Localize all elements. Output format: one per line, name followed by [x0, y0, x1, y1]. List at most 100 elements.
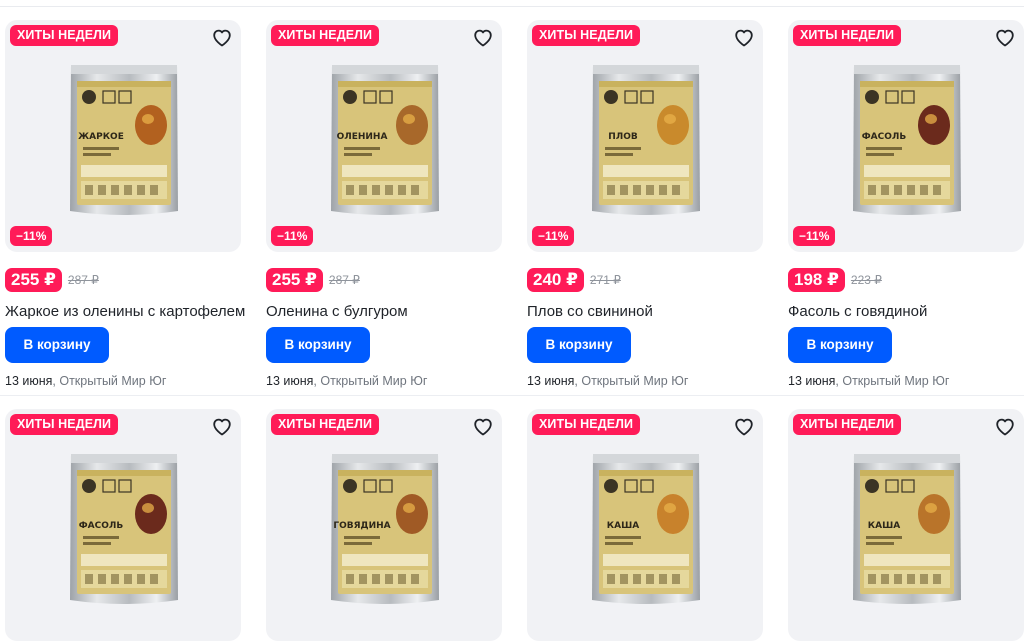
seller-name[interactable]: Открытый Мир Юг [59, 374, 166, 388]
pack-label-text: ЖАРКОЕ [78, 132, 124, 142]
brand-logo-icon [343, 479, 357, 493]
pack-nutrition-mark [907, 574, 915, 584]
add-to-cart-button[interactable]: В корзину [266, 327, 370, 363]
pack-label-text: КАША [868, 521, 900, 531]
price-row: 198 ₽ 223 ₽ [788, 268, 882, 292]
pack-instructions [603, 165, 689, 177]
product-image[interactable]: ГОВЯДИНА ХИТЫ НЕДЕЛИ [266, 409, 502, 641]
food-photo [918, 494, 950, 534]
pack-nutrition-mark [150, 574, 158, 584]
pack-nutrition-mark [907, 185, 915, 195]
pack-nutrition-mark [124, 185, 132, 195]
pack-nutrition-mark [646, 574, 654, 584]
pack-nutrition-mark [620, 574, 628, 584]
product-package-image: КАША [848, 450, 966, 610]
current-price: 255 ₽ [5, 268, 62, 292]
pack-nutrition-mark [85, 185, 93, 195]
product-image[interactable]: КАША ХИТЫ НЕДЕЛИ [527, 409, 763, 641]
pack-nutrition-mark [633, 574, 641, 584]
pack-nutrition-mark [359, 574, 367, 584]
pack-nutrition-mark [398, 185, 406, 195]
discount-badge: −11% [10, 226, 53, 246]
old-price: 287 ₽ [328, 273, 360, 287]
pack-nutrition-mark [85, 574, 93, 584]
pack-nutrition-mark [920, 185, 928, 195]
discount-badge: −11% [271, 226, 314, 246]
food-highlight [925, 503, 937, 513]
product-title[interactable]: Фасоль с говядиной [788, 303, 927, 320]
product-title[interactable]: Плов со свининой [527, 303, 653, 320]
food-highlight [403, 503, 415, 513]
pack-label-text: КАША [607, 521, 639, 531]
pack-nutrition-mark [385, 574, 393, 584]
seller-name[interactable]: Открытый Мир Юг [320, 374, 427, 388]
pack-nutrition-mark [398, 574, 406, 584]
product-image[interactable]: ОЛЕНИНА ХИТЫ НЕДЕЛИ −11% [266, 20, 502, 252]
favorite-button[interactable] [993, 25, 1017, 49]
seller-name[interactable]: Открытый Мир Юг [842, 374, 949, 388]
pack-subtitle-line [866, 153, 894, 156]
product-image[interactable]: ПЛОВ ХИТЫ НЕДЕЛИ −11% [527, 20, 763, 252]
pack-nutrition-mark [894, 185, 902, 195]
product-package-image: ФАСОЛЬ [848, 61, 966, 221]
pouch-label-top [338, 81, 432, 87]
price-row: 240 ₽ 271 ₽ [527, 268, 621, 292]
product-image[interactable]: ФАСОЛЬ ХИТЫ НЕДЕЛИ [5, 409, 241, 641]
delivery-info: 13 июня, Открытый Мир Юг [527, 374, 688, 388]
hits-badge: ХИТЫ НЕДЕЛИ [10, 414, 119, 435]
favorite-button[interactable] [732, 25, 756, 49]
hits-badge: ХИТЫ НЕДЕЛИ [532, 414, 641, 435]
pouch-seal [854, 454, 960, 463]
brand-logo-icon [865, 479, 879, 493]
product-grid: ЖАРКОЕ ХИТЫ НЕДЕЛИ −11% 255 ₽ 287 ₽ Жарк… [0, 0, 1024, 641]
pack-instructions [81, 554, 167, 566]
discount-badge: −11% [532, 226, 575, 246]
add-to-cart-button[interactable]: В корзину [788, 327, 892, 363]
heart-outline-icon [996, 29, 1014, 47]
add-to-cart-button[interactable]: В корзину [527, 327, 631, 363]
pack-subtitle-line [83, 153, 111, 156]
pouch-label-top [77, 81, 171, 87]
pack-nutrition-mark [346, 574, 354, 584]
pack-nutrition-mark [137, 185, 145, 195]
heart-outline-icon [474, 29, 492, 47]
favorite-button[interactable] [210, 25, 234, 49]
pack-nutrition-mark [933, 574, 941, 584]
product-image[interactable]: ЖАРКОЕ ХИТЫ НЕДЕЛИ −11% [5, 20, 241, 252]
food-photo [396, 105, 428, 145]
product-image[interactable]: КАША ХИТЫ НЕДЕЛИ [788, 409, 1024, 641]
seller-name[interactable]: Открытый Мир Юг [581, 374, 688, 388]
hits-badge: ХИТЫ НЕДЕЛИ [532, 25, 641, 46]
favorite-button[interactable] [210, 414, 234, 438]
brand-logo-icon [82, 90, 96, 104]
pack-nutrition-mark [111, 185, 119, 195]
favorite-button[interactable] [471, 414, 495, 438]
pack-instructions [342, 165, 428, 177]
pack-subtitle-line [83, 536, 119, 539]
current-price: 255 ₽ [266, 268, 323, 292]
pack-nutrition-mark [385, 185, 393, 195]
pack-nutrition-mark [672, 185, 680, 195]
product-package-image: КАША [587, 450, 705, 610]
food-highlight [664, 503, 676, 513]
favorite-button[interactable] [732, 414, 756, 438]
food-photo [657, 105, 689, 145]
heart-outline-icon [474, 418, 492, 436]
product-title[interactable]: Оленина с булгуром [266, 303, 408, 320]
pouch-label-top [338, 470, 432, 476]
favorite-button[interactable] [993, 414, 1017, 438]
delivery-date: 13 июня [5, 374, 53, 388]
hits-badge: ХИТЫ НЕДЕЛИ [793, 414, 902, 435]
product-title[interactable]: Жаркое из оленины с картофелем [5, 303, 245, 320]
pack-instructions [81, 165, 167, 177]
favorite-button[interactable] [471, 25, 495, 49]
food-highlight [403, 114, 415, 124]
pack-label-text: ПЛОВ [608, 132, 638, 142]
food-photo [135, 105, 167, 145]
brand-logo-icon [343, 90, 357, 104]
food-highlight [664, 114, 676, 124]
add-to-cart-button[interactable]: В корзину [5, 327, 109, 363]
pack-nutrition-mark [933, 185, 941, 195]
pack-subtitle-line [605, 147, 641, 150]
product-image[interactable]: ФАСОЛЬ ХИТЫ НЕДЕЛИ −11% [788, 20, 1024, 252]
